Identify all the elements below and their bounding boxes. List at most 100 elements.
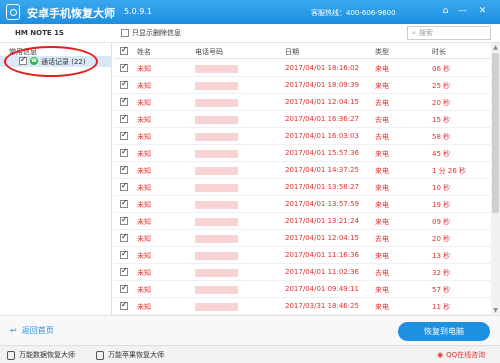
table-row[interactable]: 未知 2017/04/01 13:57:59 来电 19 秒 [114, 196, 491, 213]
apple-recovery-link[interactable]: 万能苹果恢复大师 [96, 350, 164, 360]
row-duration: 11 秒 [432, 303, 451, 311]
row-name: 未知 [137, 269, 151, 277]
row-checkbox[interactable] [120, 266, 128, 276]
row-checkbox[interactable] [120, 79, 128, 89]
row-name: 未知 [137, 303, 151, 311]
column-name: 姓名 [137, 48, 151, 56]
row-phone-redacted [195, 269, 238, 277]
restore-to-pc-button[interactable]: 恢复到电脑 [398, 322, 490, 341]
row-checkbox[interactable] [120, 232, 128, 242]
back-home-button[interactable]: ↩ 返回首页 [10, 325, 54, 336]
column-date: 日期 [285, 48, 299, 56]
row-duration: 15 秒 [432, 116, 451, 124]
row-name: 未知 [137, 201, 151, 209]
row-duration: 20 秒 [432, 99, 451, 107]
row-duration: 20 秒 [432, 235, 451, 243]
row-type: 来电 [375, 218, 389, 226]
row-type: 来电 [375, 252, 389, 260]
data-recovery-link[interactable]: 万能数据恢复大师 [7, 350, 75, 360]
row-phone-redacted [195, 150, 238, 158]
deleted-filter[interactable]: 只显示删除信息 [121, 28, 181, 38]
row-checkbox[interactable] [120, 164, 128, 174]
row-checkbox[interactable] [120, 215, 128, 225]
row-name: 未知 [137, 99, 151, 107]
row-checkbox[interactable] [120, 96, 128, 106]
table-row[interactable]: 未知 2017/04/01 14:37:25 来电 1 分 26 秒 [114, 162, 491, 179]
row-duration: 57 秒 [432, 286, 451, 294]
row-duration: 10 秒 [432, 184, 451, 192]
table-row[interactable]: 未知 2017/04/01 11:16:36 来电 13 秒 [114, 247, 491, 264]
deleted-filter-checkbox[interactable] [121, 29, 129, 37]
column-phone: 电话号码 [195, 48, 223, 56]
table-row[interactable]: 未知 2017/04/01 16:03:03 去电 58 秒 [114, 128, 491, 145]
row-type: 来电 [375, 303, 389, 311]
table-row[interactable]: 未知 2017/04/01 11:02:36 去电 32 秒 [114, 264, 491, 281]
row-checkbox[interactable] [120, 130, 128, 140]
table-row[interactable]: 未知 2017/04/01 13:21:24 来电 09 秒 [114, 213, 491, 230]
row-date: 2017/04/01 16:03:03 [285, 132, 360, 140]
apple-recovery-label: 万能苹果恢复大师 [108, 351, 164, 359]
row-date: 2017/04/01 13:21:24 [285, 217, 360, 225]
search-box[interactable]: ⌕ 搜索 [407, 26, 491, 40]
row-type: 去电 [375, 116, 389, 124]
table-row[interactable]: 未知 2017/04/01 13:58:27 来电 10 秒 [114, 179, 491, 196]
row-type: 来电 [375, 65, 389, 73]
row-duration: 25 秒 [432, 82, 451, 90]
minimize-icon[interactable]: — [456, 5, 469, 18]
toolbar: HM NOTE 1S 只显示删除信息 ⌕ 搜索 [0, 24, 500, 43]
table-row[interactable]: 未知 2017/04/01 18:09:39 来电 25 秒 [114, 77, 491, 94]
hotline: 客服热线：400-606-9600 [311, 9, 396, 17]
row-name: 未知 [137, 235, 151, 243]
table-header: 姓名 电话号码 日期 类型 时长 [114, 43, 491, 59]
row-type: 去电 [375, 269, 389, 277]
annotation-ellipse [4, 46, 98, 77]
scrollbar[interactable]: ▲ ▼ [491, 43, 500, 315]
row-name: 未知 [137, 218, 151, 226]
row-phone-redacted [195, 235, 238, 243]
row-date: 2017/04/01 15:57:36 [285, 149, 360, 157]
row-date: 2017/04/01 09:49:11 [285, 285, 360, 293]
row-date: 2017/04/01 13:57:59 [285, 200, 360, 208]
row-checkbox[interactable] [120, 249, 128, 259]
row-type: 来电 [375, 201, 389, 209]
row-phone-redacted [195, 116, 238, 124]
row-name: 未知 [137, 65, 151, 73]
row-type: 来电 [375, 82, 389, 90]
row-checkbox[interactable] [120, 283, 128, 293]
row-checkbox[interactable] [120, 300, 128, 310]
table-row[interactable]: 未知 2017/04/01 18:16:02 来电 06 秒 [114, 60, 491, 77]
row-date: 2017/04/01 13:58:27 [285, 183, 360, 191]
row-name: 未知 [137, 150, 151, 158]
scroll-down-icon[interactable]: ▼ [492, 307, 499, 314]
row-checkbox[interactable] [120, 181, 128, 191]
row-checkbox[interactable] [120, 113, 128, 123]
table-row[interactable]: 未知 2017/04/01 09:49:11 来电 57 秒 [114, 281, 491, 298]
row-duration: 09 秒 [432, 218, 451, 226]
row-phone-redacted [195, 201, 238, 209]
qq-online-link[interactable]: ◉ QQ在线咨询 [437, 350, 485, 360]
row-type: 来电 [375, 184, 389, 192]
close-icon[interactable]: ✕ [476, 5, 489, 18]
row-duration: 19 秒 [432, 201, 451, 209]
row-date: 2017/04/01 18:09:39 [285, 81, 360, 89]
search-input[interactable]: 搜索 [419, 28, 433, 38]
table-row[interactable]: 未知 2017/04/01 12:04:15 去电 20 秒 [114, 230, 491, 247]
row-checkbox[interactable] [120, 62, 128, 72]
table-row[interactable]: 未知 2017/04/01 15:57:36 来电 45 秒 [114, 145, 491, 162]
scroll-thumb[interactable] [492, 53, 499, 213]
row-checkbox[interactable] [120, 198, 128, 208]
row-date: 2017/04/01 11:16:36 [285, 251, 360, 259]
table-row[interactable]: 未知 2017/04/01 12:04:15 去电 20 秒 [114, 94, 491, 111]
row-phone-redacted [195, 133, 238, 141]
skin-icon[interactable]: ⌂ [439, 5, 452, 18]
back-home-label: 返回首页 [21, 326, 54, 335]
row-type: 来电 [375, 167, 389, 175]
table-row[interactable]: 未知 2017/03/31 18:46:25 来电 11 秒 [114, 298, 491, 315]
row-checkbox[interactable] [120, 147, 128, 157]
row-date: 2017/04/01 18:16:02 [285, 64, 360, 72]
row-duration: 1 分 26 秒 [432, 167, 467, 175]
scroll-up-icon[interactable]: ▲ [492, 44, 499, 51]
data-recovery-label: 万能数据恢复大师 [19, 351, 75, 359]
table-row[interactable]: 未知 2017/04/01 16:36:27 去电 15 秒 [114, 111, 491, 128]
select-all-checkbox[interactable] [120, 45, 128, 55]
